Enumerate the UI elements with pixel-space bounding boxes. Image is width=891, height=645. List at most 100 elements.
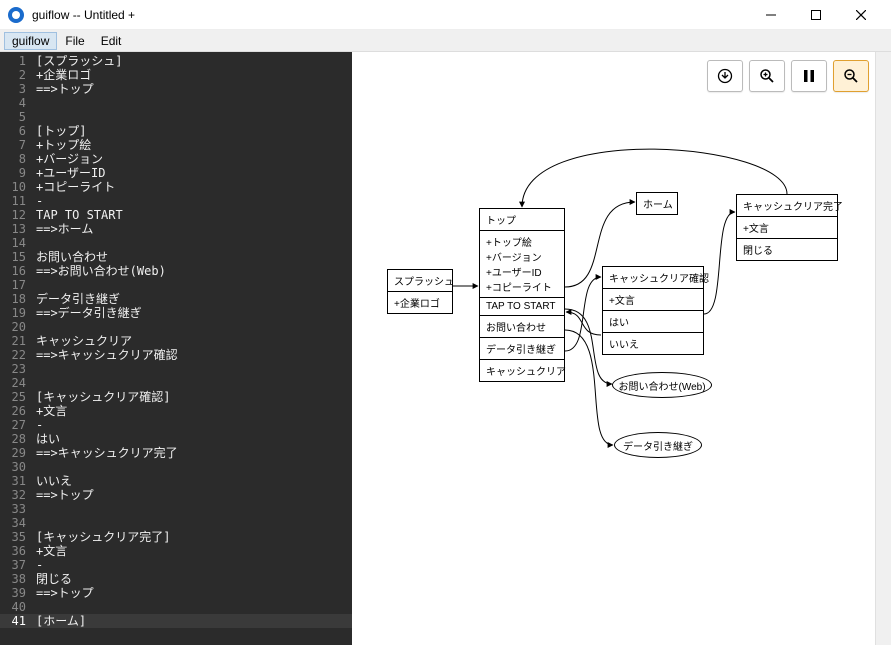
line-number: 9 bbox=[0, 166, 36, 180]
line-text: ==>ホーム bbox=[36, 222, 93, 236]
node-datainherit[interactable]: データ引き継ぎ bbox=[614, 432, 702, 458]
node-top[interactable]: トップ +トップ絵 +バージョン +ユーザーID +コピーライト TAP TO … bbox=[479, 208, 565, 382]
editor-line[interactable]: 39==>トップ bbox=[0, 586, 352, 600]
line-text: [ホーム] bbox=[36, 614, 86, 628]
line-text: ==>お問い合わせ(Web) bbox=[36, 264, 166, 278]
zoom-in-button[interactable] bbox=[749, 60, 785, 92]
editor-line[interactable]: 35[キャッシュクリア完了] bbox=[0, 530, 352, 544]
editor-line[interactable]: 38閉じる bbox=[0, 572, 352, 586]
line-number: 18 bbox=[0, 292, 36, 306]
editor-line[interactable]: 32==>トップ bbox=[0, 488, 352, 502]
menu-edit[interactable]: Edit bbox=[93, 32, 130, 50]
editor-line[interactable]: 27- bbox=[0, 418, 352, 432]
editor-pane[interactable]: 1[スプラッシュ]2+企業ロゴ3==>トップ456[トップ]7+トップ絵8+バー… bbox=[0, 52, 352, 645]
close-icon bbox=[856, 10, 866, 20]
minimize-button[interactable] bbox=[748, 0, 793, 30]
editor-line[interactable]: 22==>キャッシュクリア確認 bbox=[0, 348, 352, 362]
editor-line[interactable]: 14 bbox=[0, 236, 352, 250]
node-label: お問い合わせ(Web) bbox=[618, 378, 705, 393]
editor-line[interactable]: 2+企業ロゴ bbox=[0, 68, 352, 82]
node-row: データ引き継ぎ bbox=[480, 338, 564, 360]
menu-file[interactable]: File bbox=[57, 32, 92, 50]
node-row: +トップ絵 bbox=[480, 231, 564, 249]
line-text: TAP TO START bbox=[36, 208, 123, 222]
node-row: TAP TO START bbox=[480, 298, 564, 316]
editor-line[interactable]: 37- bbox=[0, 558, 352, 572]
editor-line[interactable]: 1[スプラッシュ] bbox=[0, 54, 352, 68]
editor-line[interactable]: 33 bbox=[0, 502, 352, 516]
preview-pane[interactable]: スプラッシュ +企業ロゴ トップ +トップ絵 +バージョン +ユーザーID +コ… bbox=[352, 52, 891, 645]
line-text: +トップ絵 bbox=[36, 138, 91, 152]
line-number: 5 bbox=[0, 110, 36, 124]
line-number: 16 bbox=[0, 264, 36, 278]
line-number: 2 bbox=[0, 68, 36, 82]
line-text: +コピーライト bbox=[36, 180, 115, 194]
line-text: +ユーザーID bbox=[36, 166, 105, 180]
editor-line[interactable]: 28はい bbox=[0, 432, 352, 446]
editor-line[interactable]: 41[ホーム] bbox=[0, 614, 352, 628]
editor-line[interactable]: 18データ引き継ぎ bbox=[0, 292, 352, 306]
editor-line[interactable]: 24 bbox=[0, 376, 352, 390]
preview-scrollbar[interactable] bbox=[875, 52, 891, 645]
editor-line[interactable]: 25[キャッシュクリア確認] bbox=[0, 390, 352, 404]
line-text: +文言 bbox=[36, 404, 67, 418]
line-text: 閉じる bbox=[36, 572, 72, 586]
editor-line[interactable]: 3==>トップ bbox=[0, 82, 352, 96]
node-row: 閉じる bbox=[737, 239, 837, 260]
editor-line[interactable]: 8+バージョン bbox=[0, 152, 352, 166]
editor-line[interactable]: 19==>データ引き継ぎ bbox=[0, 306, 352, 320]
line-number: 27 bbox=[0, 418, 36, 432]
node-inquiry[interactable]: お問い合わせ(Web) bbox=[612, 372, 712, 398]
node-confirm[interactable]: キャッシュクリア確認 +文言 はい いいえ bbox=[602, 266, 704, 355]
zoom-in-icon bbox=[759, 68, 775, 84]
node-row: +コピーライト bbox=[480, 279, 564, 298]
editor-line[interactable]: 26+文言 bbox=[0, 404, 352, 418]
line-number: 25 bbox=[0, 390, 36, 404]
line-text: ==>トップ bbox=[36, 586, 94, 600]
node-splash[interactable]: スプラッシュ +企業ロゴ bbox=[387, 269, 453, 314]
line-number: 36 bbox=[0, 544, 36, 558]
close-button[interactable] bbox=[838, 0, 883, 30]
editor-line[interactable]: 17 bbox=[0, 278, 352, 292]
editor-line[interactable]: 29==>キャッシュクリア完了 bbox=[0, 446, 352, 460]
node-row: +ユーザーID bbox=[480, 264, 564, 279]
maximize-button[interactable] bbox=[793, 0, 838, 30]
zoom-out-button[interactable] bbox=[833, 60, 869, 92]
editor-line[interactable]: 4 bbox=[0, 96, 352, 110]
node-row: はい bbox=[603, 311, 703, 333]
line-number: 20 bbox=[0, 320, 36, 334]
line-number: 17 bbox=[0, 278, 36, 292]
node-done[interactable]: キャッシュクリア完了 +文言 閉じる bbox=[736, 194, 838, 261]
editor-line[interactable]: 34 bbox=[0, 516, 352, 530]
line-number: 12 bbox=[0, 208, 36, 222]
editor-line[interactable]: 7+トップ絵 bbox=[0, 138, 352, 152]
editor-line[interactable]: 10+コピーライト bbox=[0, 180, 352, 194]
editor-line[interactable]: 36+文言 bbox=[0, 544, 352, 558]
editor-line[interactable]: 16==>お問い合わせ(Web) bbox=[0, 264, 352, 278]
line-number: 38 bbox=[0, 572, 36, 586]
editor-line[interactable]: 30 bbox=[0, 460, 352, 474]
editor-line[interactable]: 21キャッシュクリア bbox=[0, 334, 352, 348]
editor-line[interactable]: 13==>ホーム bbox=[0, 222, 352, 236]
editor-line[interactable]: 6[トップ] bbox=[0, 124, 352, 138]
line-text: - bbox=[36, 418, 43, 432]
diagram-canvas[interactable]: スプラッシュ +企業ロゴ トップ +トップ絵 +バージョン +ユーザーID +コ… bbox=[352, 52, 891, 645]
minimize-icon bbox=[766, 10, 776, 20]
pause-button[interactable] bbox=[791, 60, 827, 92]
editor-line[interactable]: 12TAP TO START bbox=[0, 208, 352, 222]
editor-line[interactable]: 9+ユーザーID bbox=[0, 166, 352, 180]
download-button[interactable] bbox=[707, 60, 743, 92]
editor-line[interactable]: 40 bbox=[0, 600, 352, 614]
line-number: 15 bbox=[0, 250, 36, 264]
editor-line[interactable]: 31いいえ bbox=[0, 474, 352, 488]
editor-line[interactable]: 5 bbox=[0, 110, 352, 124]
editor-line[interactable]: 20 bbox=[0, 320, 352, 334]
menu-guiflow[interactable]: guiflow bbox=[4, 32, 57, 50]
line-number: 30 bbox=[0, 460, 36, 474]
editor-line[interactable]: 23 bbox=[0, 362, 352, 376]
line-number: 34 bbox=[0, 516, 36, 530]
editor-line[interactable]: 15お問い合わせ bbox=[0, 250, 352, 264]
editor-line[interactable]: 11- bbox=[0, 194, 352, 208]
node-home[interactable]: ホーム bbox=[636, 192, 678, 215]
node-row: +バージョン bbox=[480, 249, 564, 264]
